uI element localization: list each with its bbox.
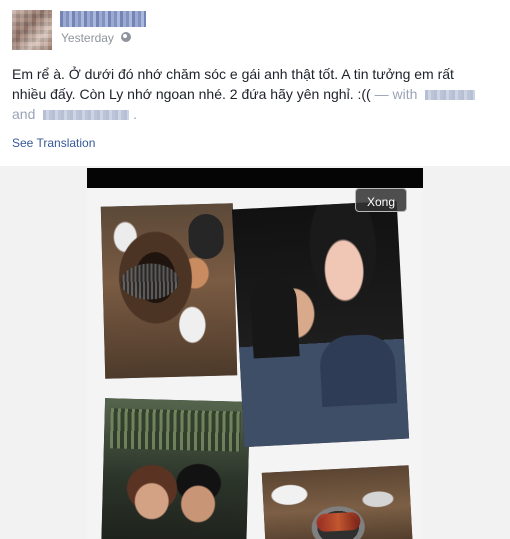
- sentence-end: .: [133, 106, 138, 122]
- photo-collage: [87, 188, 423, 539]
- restaurant-table-scene: [100, 203, 238, 379]
- and-text: and: [12, 106, 36, 122]
- photo-viewer[interactable]: Xong: [87, 168, 423, 539]
- tagged-friend-1-blurred[interactable]: [425, 90, 476, 101]
- couple-kiss-photo[interactable]: [231, 200, 410, 448]
- bbq-grill-scene: [261, 465, 414, 539]
- couple-kiss-scene: [231, 200, 410, 448]
- viewer-top-bar: [87, 168, 423, 188]
- bbq-grill-photo[interactable]: [261, 465, 414, 539]
- done-button[interactable]: Xong: [355, 188, 407, 212]
- restaurant-table-photo[interactable]: [100, 203, 238, 379]
- couple-selfie-scene: [100, 398, 251, 539]
- author-name-blurred[interactable]: [60, 11, 146, 27]
- with-prefix: — with: [374, 86, 418, 102]
- post-text: Em rể à. Ở dưới đó nhớ chăm sóc e gái an…: [12, 64, 492, 124]
- tagged-friend-2-blurred[interactable]: [43, 110, 130, 121]
- couple-selfie-photo[interactable]: [100, 398, 251, 539]
- timestamp-text[interactable]: Yesterday: [61, 31, 114, 45]
- photo-area: Xong: [0, 166, 510, 539]
- globe-icon: [121, 32, 131, 42]
- post-timestamp[interactable]: Yesterday: [61, 31, 114, 45]
- author-avatar[interactable]: [12, 10, 52, 50]
- facebook-post: Yesterday Em rể à. Ở dưới đó nhớ chăm só…: [0, 0, 510, 539]
- see-translation-link[interactable]: See Translation: [12, 136, 95, 150]
